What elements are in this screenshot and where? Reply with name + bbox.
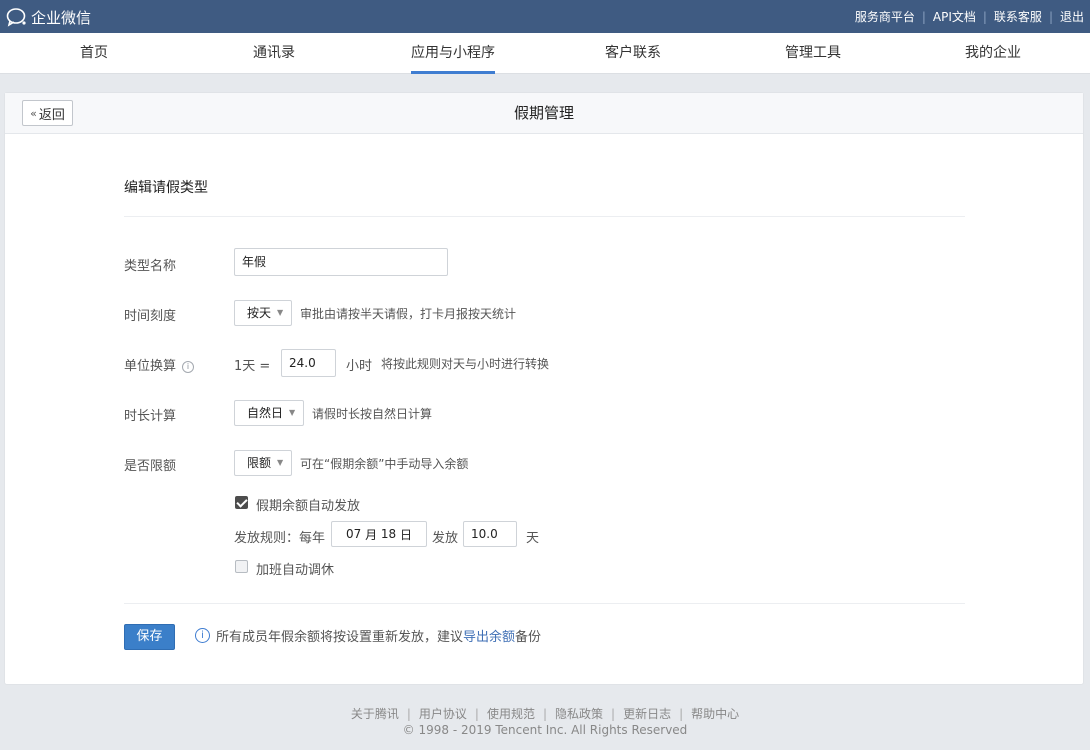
footer-link-changelog[interactable]: 更新日志	[623, 707, 671, 721]
save-button[interactable]: 保存	[124, 624, 175, 650]
separator: |	[474, 707, 479, 721]
info-icon[interactable]: i	[182, 361, 195, 373]
logo[interactable]: 企业微信	[6, 6, 91, 28]
nav-item-management-tools[interactable]: 管理工具	[785, 33, 841, 74]
issue-date-picker[interactable]: 07 月 18 日	[331, 521, 427, 547]
footer-link-help[interactable]: 帮助中心	[691, 707, 739, 721]
contact-support-link[interactable]: 联系客服	[994, 8, 1042, 25]
separator: |	[982, 9, 987, 24]
duration-calc-hint: 请假时长按自然日计算	[312, 407, 433, 421]
save-notice: i 所有成员年假余额将按设置重新发放，建议 导出余额 备份	[195, 626, 541, 645]
auto-issue-label: 假期余额自动发放	[256, 499, 361, 514]
unit-conversion-prefix: 1天 =	[234, 359, 271, 374]
duration-calc-label: 时长计算	[124, 409, 177, 424]
back-button[interactable]: « 返回	[22, 100, 73, 126]
notice-suffix: 备份	[515, 630, 542, 645]
issue-month: 07	[345, 527, 362, 541]
divider	[124, 603, 965, 604]
caret-down-icon: ▼	[289, 408, 296, 417]
overtime-leave-label: 加班自动调休	[256, 563, 335, 578]
unit-conversion-label: 单位换算 i	[124, 355, 195, 374]
issue-amount-input[interactable]: 10.0	[463, 521, 517, 547]
separator: |	[542, 707, 548, 721]
type-name-label: 类型名称	[124, 259, 177, 274]
copyright: © 1998 - 2019 Tencent Inc. All Rights Re…	[402, 723, 688, 737]
time-scale-hint: 审批由请按半天请假，打卡月报按天统计	[300, 307, 517, 321]
logout-link[interactable]: 退出	[1060, 8, 1084, 25]
unit-conversion-hint: 将按此规则对天与小时进行转换	[381, 357, 550, 371]
page-title: 假期管理	[513, 104, 574, 122]
quota-limit-hint: 可在“假期余额”中手动导入余额	[300, 457, 469, 471]
separator: |	[679, 707, 684, 721]
caret-down-icon: ▼	[277, 308, 284, 317]
issue-amount-unit: 天	[526, 531, 540, 546]
month-unit: 月	[365, 527, 378, 542]
footer-links: 关于腾讯 | 用户协议 | 使用规范 | 隐私政策 | 更新日志 | 帮助中心	[0, 705, 1090, 722]
logo-text: 企业微信	[31, 8, 92, 27]
issue-day: 18	[380, 527, 397, 541]
auto-issue-checkbox[interactable]	[235, 496, 248, 509]
divider	[124, 216, 965, 217]
time-scale-select[interactable]: 按天 ▼	[234, 300, 292, 326]
leave-settings-card: 假期管理 « 返回 编辑请假类型 类型名称 年假 时间刻度 按天 ▼ 审批由请按…	[4, 92, 1084, 685]
info-icon: i	[195, 628, 210, 643]
nav-item-apps[interactable]: 应用与小程序	[411, 33, 495, 74]
overtime-leave-checkbox[interactable]	[235, 560, 248, 573]
top-links: 服务商平台 | API文档 | 联系客服 | 退出	[855, 0, 1084, 33]
duration-calc-select[interactable]: 自然日 ▼	[234, 400, 304, 426]
wecom-logo-icon	[6, 8, 26, 27]
notice-text: 所有成员年假余额将按设置重新发放，建议	[216, 630, 464, 645]
time-scale-label: 时间刻度	[124, 309, 177, 324]
issue-rule-prefix: 发放规则：每年	[234, 531, 326, 546]
separator: |	[921, 9, 926, 24]
separator: |	[611, 707, 616, 721]
type-name-input[interactable]: 年假	[234, 248, 448, 276]
footer-link-terms[interactable]: 用户协议	[419, 707, 467, 721]
hours-per-day-input[interactable]: 24.0	[281, 349, 336, 377]
double-chevron-left-icon: «	[30, 106, 37, 120]
quota-limit-value: 限额	[247, 456, 272, 470]
caret-down-icon: ▼	[277, 458, 284, 467]
time-scale-value: 按天	[247, 306, 272, 320]
day-unit: 日	[400, 527, 413, 542]
issue-label: 发放	[432, 531, 459, 546]
unit-conversion-label-text: 单位换算	[124, 359, 177, 374]
duration-calc-value: 自然日	[247, 406, 284, 420]
separator: |	[406, 707, 411, 721]
quota-limit-label: 是否限额	[124, 459, 177, 474]
unit-conversion-unit: 小时	[346, 359, 373, 374]
footer-link-privacy[interactable]: 隐私政策	[555, 707, 603, 721]
separator: |	[1048, 9, 1053, 24]
quota-limit-select[interactable]: 限额 ▼	[234, 450, 292, 476]
nav-item-customer-contact[interactable]: 客户联系	[605, 33, 661, 74]
footer-link-usage[interactable]: 使用规范	[487, 707, 535, 721]
service-platform-link[interactable]: 服务商平台	[855, 8, 915, 25]
nav-item-home[interactable]: 首页	[80, 33, 108, 74]
card-header: 假期管理 « 返回	[5, 93, 1083, 134]
export-balance-link[interactable]: 导出余额	[463, 626, 515, 645]
api-docs-link[interactable]: API文档	[933, 8, 976, 25]
top-bar: 企业微信 服务商平台 | API文档 | 联系客服 | 退出	[0, 0, 1090, 33]
back-button-label: 返回	[38, 107, 65, 123]
section-title: 编辑请假类型	[124, 180, 208, 196]
footer-link-about[interactable]: 关于腾讯	[351, 707, 399, 721]
nav-item-my-company[interactable]: 我的企业	[965, 33, 1021, 74]
main-nav: 首页 通讯录 应用与小程序 客户联系 管理工具 我的企业	[0, 33, 1090, 74]
nav-item-contacts[interactable]: 通讯录	[253, 33, 295, 74]
